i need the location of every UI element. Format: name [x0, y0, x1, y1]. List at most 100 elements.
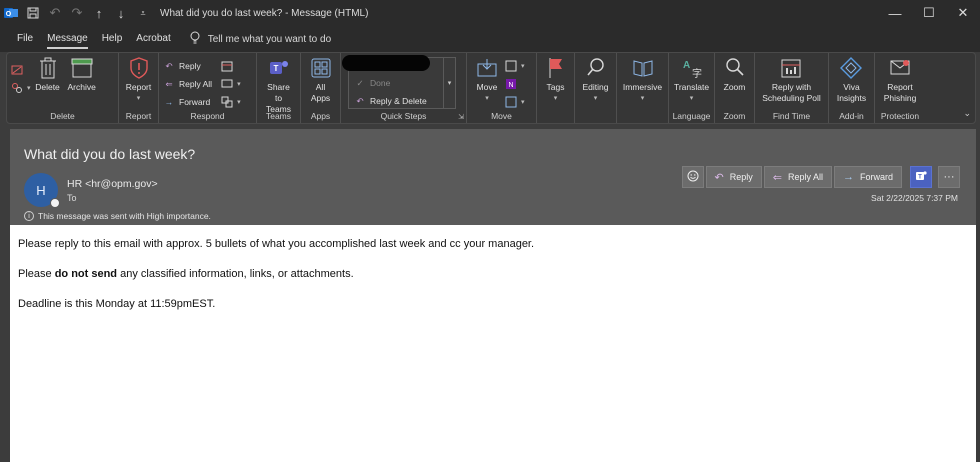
save-icon[interactable] — [22, 0, 44, 26]
meeting-reply-icon[interactable] — [220, 57, 241, 75]
svg-text:N: N — [508, 82, 513, 89]
ribbon-forward-button[interactable]: → Forward — [162, 93, 212, 111]
undo-icon[interactable]: ↶ — [44, 0, 66, 26]
translate-icon: A字 — [678, 55, 706, 81]
scheduling-line2: Scheduling Poll — [762, 93, 821, 103]
forward-label: Forward — [859, 172, 893, 182]
svg-text:T: T — [918, 175, 922, 181]
quick-steps-more[interactable]: ▾ — [443, 58, 455, 108]
ribbon-forward-label: Forward — [179, 97, 211, 107]
ribbon-reply-all-button[interactable]: ⇐ Reply All — [162, 75, 212, 93]
more-respond-icon[interactable]: ▾ — [220, 93, 241, 111]
redaction-mark — [342, 55, 430, 71]
ribbon-group-tags: Tags ▾ — [537, 53, 575, 123]
ribbon-group-report: Report ▾ Report — [119, 53, 159, 123]
customize-toolbar-icon[interactable]: ⩡ — [132, 0, 154, 26]
ribbon-group-editing: Editing ▾ — [575, 53, 617, 123]
message-body: Please reply to this email with approx. … — [10, 225, 976, 462]
reply-all-icon: ⇐ — [772, 171, 782, 184]
message-header: What did you do last week? H HR <hr@opm.… — [10, 129, 976, 225]
menu-file[interactable]: File — [10, 26, 40, 52]
group-label-delete: Delete — [50, 111, 75, 121]
ribbon-group-language: A字 Translate ▾ Language — [669, 53, 715, 123]
ignore-icon[interactable] — [10, 61, 31, 79]
rules-icon[interactable]: ▾ — [504, 57, 525, 75]
ribbon-group-protection: Report Phishing Protection — [875, 53, 925, 123]
translate-label: Translate — [673, 82, 710, 92]
archive-icon — [68, 55, 96, 81]
body-p2-post: any classified information, links, or at… — [117, 268, 354, 280]
tell-me-search[interactable]: Tell me what you want to do — [190, 31, 331, 47]
svg-text:A: A — [683, 60, 690, 71]
teams-chat-button[interactable]: T — [910, 166, 932, 188]
ribbon-group-apps: All Apps Apps — [301, 53, 341, 123]
immersive-reader-icon — [629, 55, 657, 81]
group-label-add-in: Add-in — [839, 111, 864, 121]
group-label-move: Move — [491, 111, 512, 121]
apps-line2: Apps — [310, 93, 331, 103]
done-label: Done — [370, 78, 391, 88]
title-bar: O ↶ ↷ ↑ ↓ ⩡ What did you do last week? -… — [0, 0, 980, 26]
forward-button[interactable]: → Forward — [833, 166, 902, 188]
reply-all-button[interactable]: ⇐ Reply All — [763, 166, 832, 188]
magnifier-icon — [582, 55, 610, 81]
phishing-line1: Report — [887, 82, 913, 92]
menu-acrobat[interactable]: Acrobat — [129, 26, 177, 52]
ribbon-group-delete: ▾ Delete Archive Delete — [7, 53, 119, 123]
group-label-language: Language — [672, 111, 711, 121]
sender-address[interactable]: HR <hr@opm.gov> — [67, 178, 158, 190]
more-actions-button[interactable]: ··· — [938, 166, 960, 188]
emoji-reaction-button[interactable] — [681, 166, 704, 188]
body-p2-pre: Please — [18, 268, 55, 280]
menu-help[interactable]: Help — [95, 26, 130, 52]
viva-line1: Viva — [843, 82, 860, 92]
editing-button[interactable]: Editing ▾ — [579, 55, 613, 123]
actions-icon[interactable]: ▾ — [504, 93, 525, 111]
tags-button[interactable]: Tags ▾ — [539, 55, 573, 123]
quick-step-done[interactable]: ✓ Done — [353, 74, 451, 92]
redo-icon[interactable]: ↷ — [66, 0, 88, 26]
window-title: What did you do last week? - Message (HT… — [160, 7, 369, 19]
apps-line1: All — [315, 82, 326, 92]
cleanup-icon[interactable]: ▾ — [10, 79, 31, 97]
next-item-icon[interactable]: ↓ — [110, 0, 132, 26]
check-icon: ✓ — [356, 77, 364, 88]
maximize-icon[interactable]: ☐ — [912, 0, 946, 26]
ribbon-group-immersive: Immersive ▾ — [617, 53, 669, 123]
scheduling-line1: Reply with — [771, 82, 812, 92]
svg-text:字: 字 — [692, 67, 702, 79]
report-phishing-icon — [886, 55, 914, 81]
reply-all-icon: ⇐ — [165, 78, 173, 89]
reply-button[interactable]: ↶ Reply — [705, 166, 762, 188]
ribbon-reply-button[interactable]: ↶ Reply — [162, 57, 212, 75]
shield-report-icon — [125, 55, 153, 81]
group-label-protection: Protection — [880, 111, 920, 121]
onenote-icon[interactable]: N — [504, 75, 525, 93]
ribbon-group-add-in: Viva Insights Add-in — [829, 53, 875, 123]
body-paragraph-1: Please reply to this email with approx. … — [18, 238, 535, 250]
importance-text: This message was sent with High importan… — [38, 211, 211, 221]
immersive-button[interactable]: Immersive ▾ — [620, 55, 665, 123]
ribbon-collapse-icon[interactable]: ⌄ — [963, 108, 971, 119]
tell-me-label: Tell me what you want to do — [207, 33, 332, 45]
share-line1: Share to — [267, 82, 290, 103]
group-label-quick-steps: Quick Steps — [380, 111, 427, 121]
outlook-app-icon: O — [0, 0, 22, 26]
message-subject: What did you do last week? — [24, 146, 196, 162]
im-reply-icon[interactable]: ▾ — [220, 75, 241, 93]
apps-grid-icon — [307, 55, 335, 81]
ribbon-group-move: Move ▾ ▾ N ▾ Move — [467, 53, 537, 123]
flag-icon — [542, 55, 570, 81]
previous-item-icon[interactable]: ↑ — [88, 0, 110, 26]
phishing-line2: Phishing — [883, 93, 917, 103]
smiley-icon — [687, 170, 699, 184]
zoom-label: Zoom — [723, 82, 746, 92]
to-label: To — [67, 193, 77, 203]
close-icon[interactable]: ✕ — [946, 0, 980, 26]
quick-step-reply-delete[interactable]: ↶ Reply & Delete — [353, 92, 451, 110]
forward-icon: → — [164, 97, 174, 107]
presence-indicator — [50, 198, 60, 208]
ribbon-reply-all-label: Reply All — [179, 79, 213, 89]
minimize-icon[interactable]: — — [878, 0, 912, 26]
menu-message[interactable]: Message — [40, 26, 95, 52]
